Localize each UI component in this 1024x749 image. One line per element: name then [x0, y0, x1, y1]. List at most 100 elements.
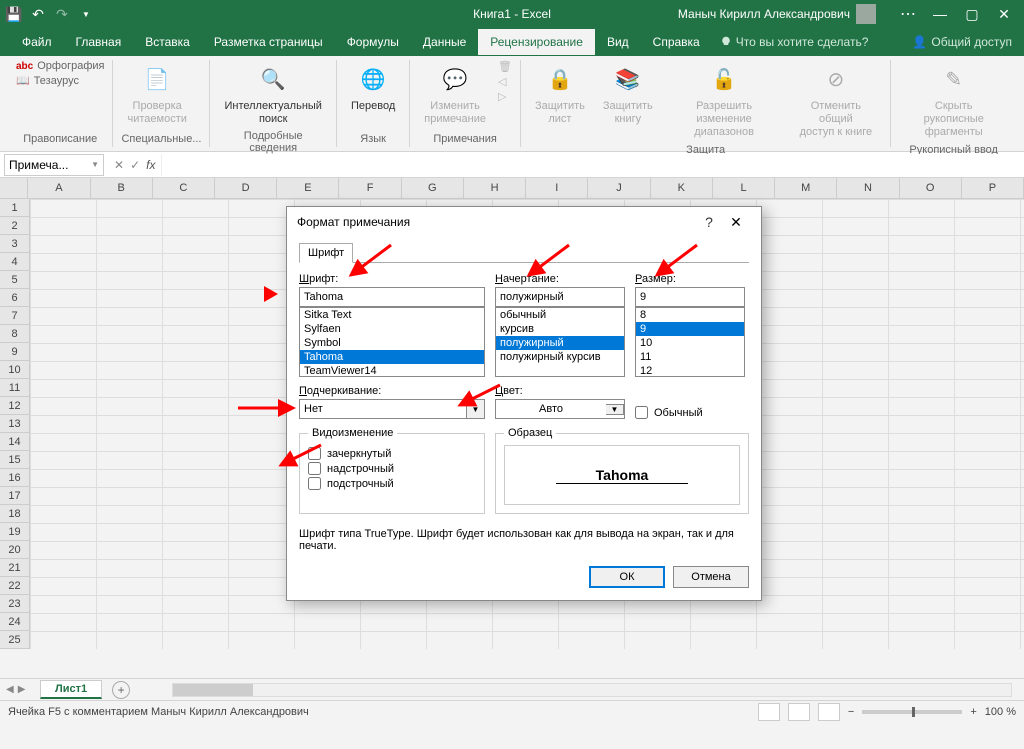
sheet-tab[interactable]: Лист1: [40, 680, 102, 699]
font-input[interactable]: [299, 287, 485, 307]
menu-pagelayout[interactable]: Разметка страницы: [202, 29, 335, 55]
avatar[interactable]: [856, 4, 876, 24]
delete-comment-icon[interactable]: 🗑: [498, 60, 512, 73]
menu-formulas[interactable]: Формулы: [335, 29, 411, 55]
row-header[interactable]: 19: [0, 523, 30, 541]
row-header[interactable]: 16: [0, 469, 30, 487]
translate-button[interactable]: 🌐 Перевод: [345, 60, 401, 117]
row-header[interactable]: 17: [0, 487, 30, 505]
superscript-checkbox[interactable]: [308, 462, 321, 475]
page-layout-icon[interactable]: [788, 703, 810, 721]
style-listbox[interactable]: обычныйкурсивполужирныйполужирный курсив: [495, 307, 625, 377]
menu-data[interactable]: Данные: [411, 29, 478, 55]
listbox-item[interactable]: 9: [636, 322, 744, 336]
chevron-down-icon[interactable]: ▼: [606, 404, 624, 415]
row-header[interactable]: 12: [0, 397, 30, 415]
zoom-in-icon[interactable]: +: [970, 706, 976, 718]
col-header[interactable]: J: [588, 178, 650, 198]
col-header[interactable]: C: [153, 178, 215, 198]
row-header[interactable]: 9: [0, 343, 30, 361]
row-header[interactable]: 2: [0, 217, 30, 235]
select-all-corner[interactable]: [0, 178, 28, 198]
size-input[interactable]: [635, 287, 745, 307]
menu-view[interactable]: Вид: [595, 29, 641, 55]
row-header[interactable]: 25: [0, 631, 30, 649]
next-comment-icon[interactable]: ▷: [498, 90, 512, 103]
col-header[interactable]: M: [775, 178, 837, 198]
strikethrough-checkbox[interactable]: [308, 447, 321, 460]
listbox-item[interactable]: 10: [636, 336, 744, 350]
col-header[interactable]: O: [900, 178, 962, 198]
row-header[interactable]: 23: [0, 595, 30, 613]
style-input[interactable]: [495, 287, 625, 307]
col-header[interactable]: L: [713, 178, 775, 198]
protect-workbook-button[interactable]: 📚Защитить книгу: [597, 60, 659, 130]
row-header[interactable]: 10: [0, 361, 30, 379]
ribbon-options-icon[interactable]: ⋯: [894, 3, 922, 25]
col-header[interactable]: E: [277, 178, 339, 198]
normal-checkbox[interactable]: [635, 406, 648, 419]
edit-comment-button[interactable]: 💬 Изменить примечание: [418, 60, 492, 130]
menu-review[interactable]: Рецензирование: [478, 29, 595, 55]
next-sheet-icon[interactable]: ▶: [18, 684, 26, 695]
row-header[interactable]: 6: [0, 289, 30, 307]
add-sheet-button[interactable]: +: [112, 681, 130, 699]
prev-sheet-icon[interactable]: ◀: [6, 684, 14, 695]
size-listbox[interactable]: 8910111214: [635, 307, 745, 377]
page-break-icon[interactable]: [818, 703, 840, 721]
prev-comment-icon[interactable]: ◁: [498, 75, 512, 88]
name-box[interactable]: Примеча...▼: [4, 154, 104, 176]
row-header[interactable]: 11: [0, 379, 30, 397]
zoom-slider[interactable]: [862, 710, 962, 714]
col-header[interactable]: P: [962, 178, 1024, 198]
undo-icon[interactable]: ↶: [30, 6, 46, 22]
formula-input[interactable]: [161, 154, 1024, 176]
save-icon[interactable]: 💾: [6, 6, 22, 22]
horizontal-scrollbar[interactable]: [172, 683, 1012, 697]
listbox-item[interactable]: Symbol: [300, 336, 484, 350]
normal-view-icon[interactable]: [758, 703, 780, 721]
redo-icon[interactable]: ↷: [54, 6, 70, 22]
col-header[interactable]: I: [526, 178, 588, 198]
listbox-item[interactable]: курсив: [496, 322, 624, 336]
row-header[interactable]: 24: [0, 613, 30, 631]
menu-file[interactable]: Файл: [10, 29, 64, 55]
unshare-button[interactable]: ⊘Отменить общий доступ к книге: [789, 60, 882, 144]
menu-help[interactable]: Справка: [641, 29, 712, 55]
tell-me[interactable]: Что вы хотите сделать?: [720, 35, 869, 49]
qat-customize-icon[interactable]: ▼: [78, 6, 94, 22]
spelling-button[interactable]: abcОрфография: [16, 60, 104, 72]
ok-button[interactable]: ОК: [589, 566, 665, 588]
listbox-item[interactable]: 8: [636, 308, 744, 322]
thesaurus-button[interactable]: 📖Тезаурус: [16, 74, 104, 87]
row-header[interactable]: 21: [0, 559, 30, 577]
zoom-out-icon[interactable]: −: [848, 706, 854, 718]
listbox-item[interactable]: TeamViewer14: [300, 364, 484, 377]
cancel-formula-icon[interactable]: ✕: [114, 158, 124, 172]
listbox-item[interactable]: 11: [636, 350, 744, 364]
protect-sheet-button[interactable]: 🔒Защитить лист: [529, 60, 591, 130]
listbox-item[interactable]: Sylfaen: [300, 322, 484, 336]
col-header[interactable]: K: [651, 178, 713, 198]
menu-insert[interactable]: Вставка: [133, 29, 202, 55]
accessibility-button[interactable]: 📄 Проверка читаемости: [121, 60, 192, 130]
share-button[interactable]: 👤 Общий доступ: [912, 35, 1012, 49]
font-listbox[interactable]: Sitka TextSylfaenSymbolTahomaTeamViewer1…: [299, 307, 485, 377]
help-button[interactable]: ?: [697, 214, 721, 230]
listbox-item[interactable]: 12: [636, 364, 744, 377]
close-button[interactable]: ✕: [990, 3, 1018, 25]
listbox-item[interactable]: полужирный курсив: [496, 350, 624, 364]
row-header[interactable]: 5: [0, 271, 30, 289]
dialog-close-button[interactable]: ✕: [721, 214, 751, 231]
col-header[interactable]: F: [339, 178, 401, 198]
row-header[interactable]: 3: [0, 235, 30, 253]
row-header[interactable]: 8: [0, 325, 30, 343]
chevron-down-icon[interactable]: ▼: [467, 399, 485, 419]
row-header[interactable]: 18: [0, 505, 30, 523]
col-header[interactable]: A: [28, 178, 90, 198]
row-header[interactable]: 4: [0, 253, 30, 271]
row-header[interactable]: 20: [0, 541, 30, 559]
color-combo[interactable]: Авто ▼: [495, 399, 625, 419]
row-header[interactable]: 13: [0, 415, 30, 433]
allow-ranges-button[interactable]: 🔓Разрешить изменение диапазонов: [665, 60, 784, 144]
